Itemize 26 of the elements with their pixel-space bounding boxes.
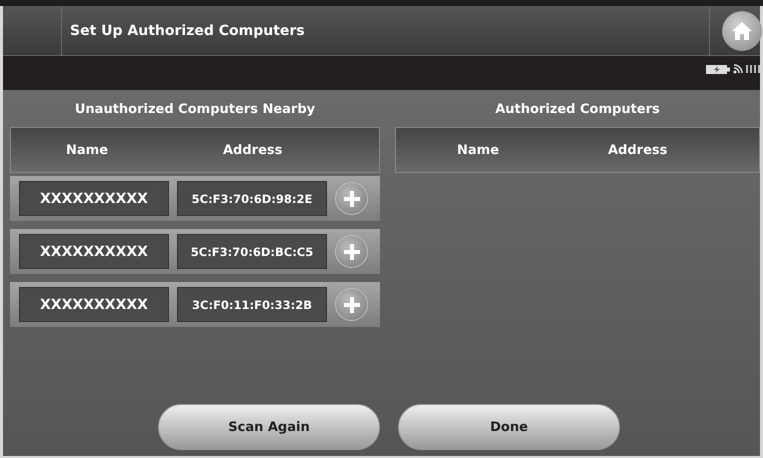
plus-icon — [344, 190, 360, 206]
address-cell: 3C:F0:11:F0:33:2B — [177, 287, 327, 322]
add-button[interactable] — [335, 288, 368, 321]
address-cell: 5C:F3:70:6D:98:2E — [177, 181, 327, 216]
battery-icon — [706, 64, 730, 74]
wifi-icon — [733, 64, 743, 74]
action-button[interactable]: Done — [398, 404, 620, 450]
plus-icon — [344, 296, 360, 312]
add-button[interactable] — [335, 235, 368, 268]
signal-icon — [746, 65, 760, 73]
address-cell: 5C:F3:70:6D:BC:C5 — [177, 234, 327, 269]
panel-title: Authorized Computers — [495, 102, 660, 116]
name-cell: XXXXXXXXXX — [19, 287, 169, 322]
add-button[interactable] — [335, 182, 368, 215]
action-button[interactable]: Scan Again — [158, 404, 380, 450]
column-header: Address — [223, 142, 282, 158]
column-header: Address — [608, 142, 668, 158]
plus-icon — [344, 244, 360, 260]
panel-title: Unauthorized Computers Nearby — [74, 102, 316, 116]
home-icon — [731, 20, 753, 40]
column-header: Name — [66, 142, 108, 158]
column-header: Name — [457, 142, 500, 158]
name-cell: XXXXXXXXXX — [19, 234, 169, 269]
window-title: Set Up Authorized Computers — [70, 22, 305, 38]
name-cell: XXXXXXXXXX — [19, 181, 169, 216]
home-button[interactable] — [722, 10, 762, 50]
